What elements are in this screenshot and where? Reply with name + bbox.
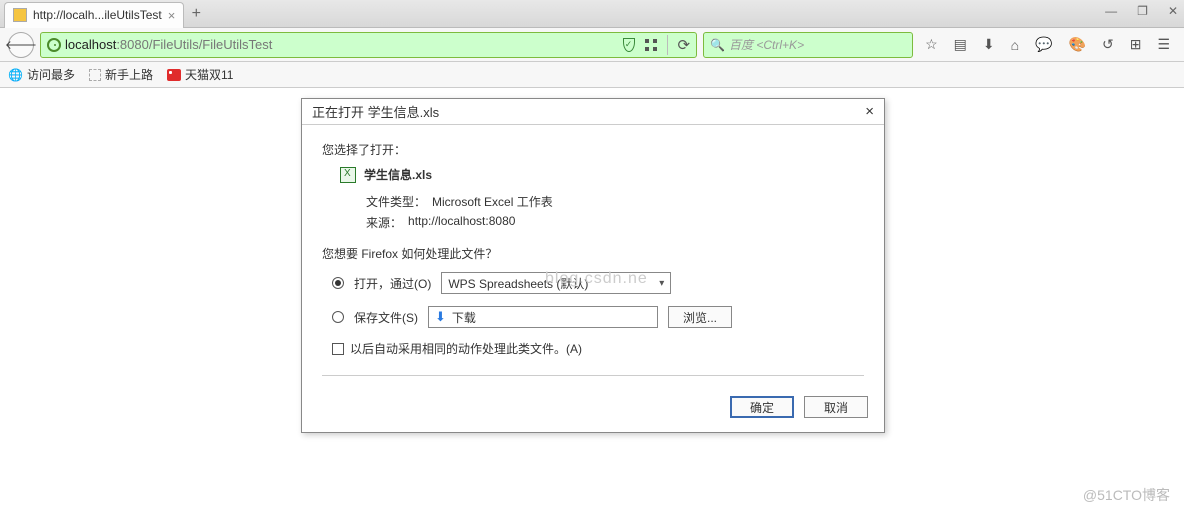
open-with-app: WPS Spreadsheets (默认)	[448, 275, 588, 292]
save-path: 下载	[452, 309, 476, 326]
home-icon[interactable]: ⌂	[1011, 37, 1019, 53]
globe-icon: 🌐	[8, 68, 23, 82]
minimize-icon[interactable]: —	[1105, 4, 1117, 18]
search-placeholder: 百度 <Ctrl+K>	[729, 36, 804, 53]
ok-label: 确定	[750, 399, 774, 416]
browse-label: 浏览...	[683, 309, 717, 326]
tab-favicon	[13, 8, 27, 22]
sidebar-icon[interactable]: ▤	[954, 36, 967, 53]
download-arrow-icon: ⬇	[435, 309, 446, 325]
bookmark-star-icon[interactable]: ☆	[925, 36, 938, 53]
blank-favicon	[89, 69, 101, 81]
open-with-combo[interactable]: WPS Spreadsheets (默认) ▾	[441, 272, 671, 294]
shield-icon[interactable]: ✓	[623, 38, 635, 52]
handle-prompt: 您想要 Firefox 如何处理此文件？	[322, 245, 864, 262]
search-icon: 🔍	[710, 38, 725, 52]
xls-file-icon	[340, 167, 356, 183]
chat-icon[interactable]: 💬	[1035, 36, 1052, 53]
ok-button[interactable]: 确定	[730, 396, 794, 418]
radio-open-with[interactable]	[332, 277, 344, 289]
chevron-down-icon: ▾	[659, 278, 664, 289]
dialog-title: 正在打开 学生信息.xls	[312, 102, 439, 121]
sync-icon[interactable]: ↺	[1102, 36, 1114, 53]
you-chose-label: 您选择了打开：	[322, 141, 864, 158]
search-bar[interactable]: 🔍 百度 <Ctrl+K>	[703, 32, 913, 58]
reload-icon[interactable]: ⟳	[678, 36, 691, 54]
bookmark-tmall[interactable]: 天猫双11	[167, 66, 233, 83]
window-controls: — ❐ ✕	[1105, 4, 1178, 18]
bookmark-label: 新手上路	[105, 66, 153, 83]
remember-label: 以后自动采用相同的动作处理此类文件。(A)	[350, 340, 582, 357]
remember-choice-row[interactable]: 以后自动采用相同的动作处理此类文件。(A)	[332, 340, 864, 357]
browser-tab[interactable]: http://localh...ileUtilsTest ×	[4, 2, 184, 28]
new-tab-button[interactable]: +	[184, 5, 208, 23]
new-window-icon[interactable]: ⊞	[1130, 36, 1142, 53]
window-close-icon[interactable]: ✕	[1168, 4, 1178, 18]
filetype-label: 文件类型：	[366, 193, 426, 210]
filename: 学生信息.xls	[364, 166, 432, 183]
palette-icon[interactable]: 🎨	[1069, 36, 1086, 53]
remember-checkbox[interactable]	[332, 343, 344, 355]
download-icon[interactable]: ⬇	[983, 36, 995, 53]
download-dialog: 正在打开 学生信息.xls × 您选择了打开： 学生信息.xls 文件类型： M…	[301, 98, 885, 433]
tab-title: http://localh...ileUtilsTest	[33, 8, 162, 22]
save-path-field[interactable]: ⬇ 下载	[428, 306, 658, 328]
divider	[667, 35, 668, 55]
maximize-icon[interactable]: ❐	[1137, 4, 1148, 18]
url-path: /FileUtils/FileUtilsTest	[149, 37, 273, 52]
url-port: :8080	[116, 37, 149, 52]
open-with-label[interactable]: 打开，通过(O)	[354, 275, 431, 292]
menu-icon[interactable]: ☰	[1157, 36, 1170, 53]
identity-icon[interactable]	[47, 38, 61, 52]
source-label: 来源：	[366, 214, 402, 231]
url-host: localhost	[65, 37, 116, 52]
url-text: localhost:8080/FileUtils/FileUtilsTest	[65, 37, 619, 52]
qr-icon[interactable]	[645, 39, 657, 51]
bookmark-label: 访问最多	[27, 66, 75, 83]
tmall-favicon	[167, 69, 181, 81]
dialog-separator	[322, 375, 864, 376]
cancel-label: 取消	[824, 399, 848, 416]
source-value: http://localhost:8080	[408, 214, 515, 231]
save-file-label[interactable]: 保存文件(S)	[354, 309, 418, 326]
back-button[interactable]: 🡐	[8, 32, 34, 58]
radio-save-file[interactable]	[332, 311, 344, 323]
close-tab-icon[interactable]: ×	[168, 8, 176, 23]
filetype-value: Microsoft Excel 工作表	[432, 193, 553, 210]
cancel-button[interactable]: 取消	[804, 396, 868, 418]
bookmark-label: 天猫双11	[185, 66, 233, 83]
dialog-close-icon[interactable]: ×	[865, 103, 874, 120]
browse-button[interactable]: 浏览...	[668, 306, 732, 328]
url-bar[interactable]: localhost:8080/FileUtils/FileUtilsTest ✓…	[40, 32, 697, 58]
watermark-51cto: @51CTO博客	[1083, 485, 1170, 505]
bookmark-most-visited[interactable]: 🌐 访问最多	[8, 66, 75, 83]
bookmark-novice[interactable]: 新手上路	[89, 66, 153, 83]
